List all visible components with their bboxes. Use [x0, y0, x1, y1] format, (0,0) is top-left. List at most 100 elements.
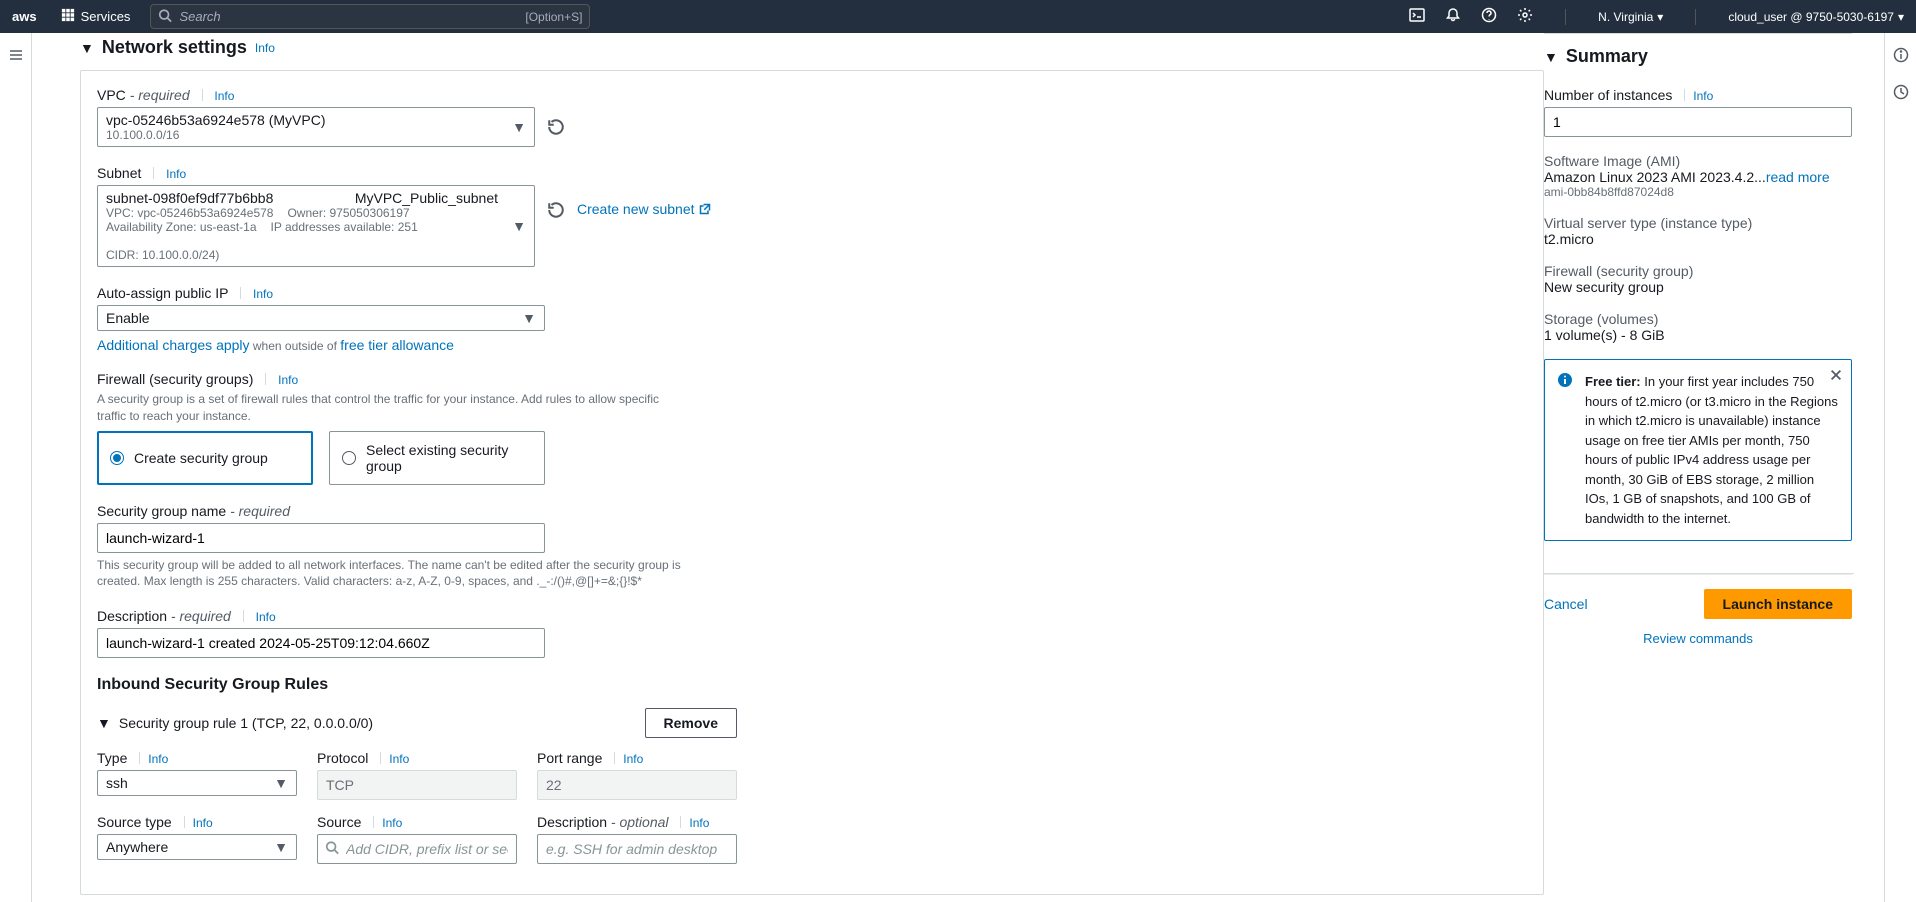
rule-type-select[interactable]: ssh ▼ [97, 770, 297, 796]
external-link-icon [699, 203, 711, 215]
proto-input [317, 770, 517, 800]
charges-link[interactable]: Additional charges apply [97, 337, 250, 353]
source-input[interactable] [317, 834, 517, 864]
summary-title: Summary [1566, 46, 1648, 67]
sgname-input[interactable] [97, 523, 545, 553]
ami-value: Amazon Linux 2023 AMI 2023.4.2... [1544, 169, 1766, 185]
services-label: Services [81, 9, 131, 24]
type-label: Type [97, 750, 127, 766]
info-icon [1557, 372, 1573, 394]
network-settings-title: Network settings [102, 37, 247, 58]
srctype-select[interactable]: Anywhere ▼ [97, 834, 297, 860]
firewall-key: Firewall (security group) [1544, 263, 1852, 279]
sgname-help: This security group will be added to all… [97, 557, 697, 591]
select-sg-label: Select existing security group [366, 442, 532, 474]
vpc-required: - required [130, 87, 190, 103]
firewall-label: Firewall (security groups) [97, 371, 253, 387]
chevron-down-icon: ▼ [274, 839, 288, 855]
srctype-value: Anywhere [106, 839, 168, 855]
sgdesc-required: - required [171, 608, 231, 624]
storage-key: Storage (volumes) [1544, 311, 1852, 327]
info-link[interactable]: Info [214, 89, 234, 103]
ruledesc-label: Description [537, 814, 607, 830]
subnet-ips: IP addresses available: 251 [271, 220, 418, 234]
region-selector[interactable]: N. Virginia ▾ [1598, 10, 1663, 24]
subnet-label: Subnet [97, 165, 141, 181]
sgname-required: - required [230, 503, 290, 519]
autoip-select[interactable]: Enable ▼ [97, 305, 545, 331]
info-link[interactable]: Info [382, 816, 402, 830]
freetier-link[interactable]: free tier allowance [340, 337, 454, 353]
srctype-label: Source type [97, 814, 172, 830]
cloudshell-icon[interactable] [1409, 7, 1425, 26]
info-link[interactable]: Info [255, 41, 275, 55]
info-link[interactable]: Info [256, 610, 276, 624]
refresh-vpc-button[interactable] [547, 118, 565, 136]
info-link[interactable]: Info [623, 752, 643, 766]
info-link[interactable]: Info [148, 752, 168, 766]
instancetype-value: t2.micro [1544, 231, 1852, 247]
region-label: N. Virginia [1598, 10, 1653, 24]
bell-icon[interactable] [1445, 7, 1461, 26]
account-menu[interactable]: cloud_user @ 9750-5030-6197 ▾ [1728, 10, 1904, 24]
clock-icon[interactable] [1893, 84, 1909, 103]
review-commands-link[interactable]: Review commands [1544, 631, 1852, 646]
menu-toggle-icon[interactable] [8, 47, 24, 66]
subnet-owner: Owner: 975050306197 [287, 206, 409, 220]
chevron-down-icon: ▼ [512, 119, 526, 135]
ruledesc-input[interactable] [537, 834, 737, 864]
rule-type-value: ssh [106, 775, 128, 791]
collapse-icon[interactable]: ▼ [80, 40, 94, 56]
remove-button[interactable]: Remove [645, 708, 737, 738]
autoip-label: Auto-assign public IP [97, 285, 228, 301]
aws-logo[interactable]: aws [12, 9, 37, 24]
read-more-link[interactable]: read more [1766, 169, 1830, 185]
create-sg-radio[interactable]: Create security group [97, 431, 313, 485]
info-link[interactable]: Info [1693, 89, 1713, 103]
search-shortcut: [Option+S] [525, 10, 582, 24]
radio-off-icon [342, 451, 356, 465]
sgname-label: Security group name [97, 503, 226, 519]
subnet-name-value: MyVPC_Public_subnet [355, 190, 498, 206]
collapse-icon[interactable]: ▼ [97, 715, 111, 731]
info-link[interactable]: Info [689, 816, 709, 830]
subnet-select[interactable]: subnet-098f0ef9df77b6bb8 MyVPC_Public_su… [97, 185, 535, 267]
info-link[interactable]: Info [253, 287, 273, 301]
search-icon [325, 841, 339, 858]
firewall-value: New security group [1544, 279, 1852, 295]
help-icon[interactable] [1481, 7, 1497, 26]
collapse-icon[interactable]: ▼ [1544, 49, 1558, 65]
src-label: Source [317, 814, 361, 830]
ruledesc-optional: - optional [611, 814, 669, 830]
radio-on-icon [110, 451, 124, 465]
services-button[interactable]: Services [53, 4, 139, 29]
select-sg-radio[interactable]: Select existing security group [329, 431, 545, 485]
charges-note: when outside of [250, 339, 341, 353]
create-subnet-link[interactable]: Create new subnet [577, 201, 711, 217]
info-link[interactable]: Info [166, 167, 186, 181]
info-panel-icon[interactable] [1893, 47, 1909, 66]
cancel-button[interactable]: Cancel [1544, 590, 1588, 618]
refresh-subnet-button[interactable] [547, 201, 565, 219]
vpc-select[interactable]: vpc-05246b53a6924e578 (MyVPC) 10.100.0.0… [97, 107, 535, 147]
close-icon[interactable] [1829, 368, 1843, 388]
chevron-down-icon: ▼ [512, 218, 526, 234]
gear-icon[interactable] [1517, 7, 1533, 26]
info-link[interactable]: Info [389, 752, 409, 766]
vpc-label: VPC [97, 87, 126, 103]
num-instances-input[interactable] [1544, 107, 1852, 137]
sgdesc-input[interactable] [97, 628, 545, 658]
subnet-az: Availability Zone: us-east-1a [106, 220, 257, 234]
subnet-vpc: VPC: vpc-05246b53a6924e578 [106, 206, 273, 220]
autoip-value: Enable [106, 310, 150, 326]
chevron-down-icon: ▼ [522, 310, 536, 326]
search-icon [158, 8, 172, 25]
create-sg-label: Create security group [134, 450, 268, 466]
info-link[interactable]: Info [193, 816, 213, 830]
info-link[interactable]: Info [278, 373, 298, 387]
vpc-value: vpc-05246b53a6924e578 (MyVPC) [106, 112, 502, 128]
free-tier-text: In your first year includes 750 hours of… [1585, 374, 1838, 526]
firewall-help: A security group is a set of firewall ru… [97, 391, 677, 425]
subnet-cidr: CIDR: 10.100.0.0/24) [106, 248, 219, 262]
launch-instance-button[interactable]: Launch instance [1704, 589, 1852, 619]
